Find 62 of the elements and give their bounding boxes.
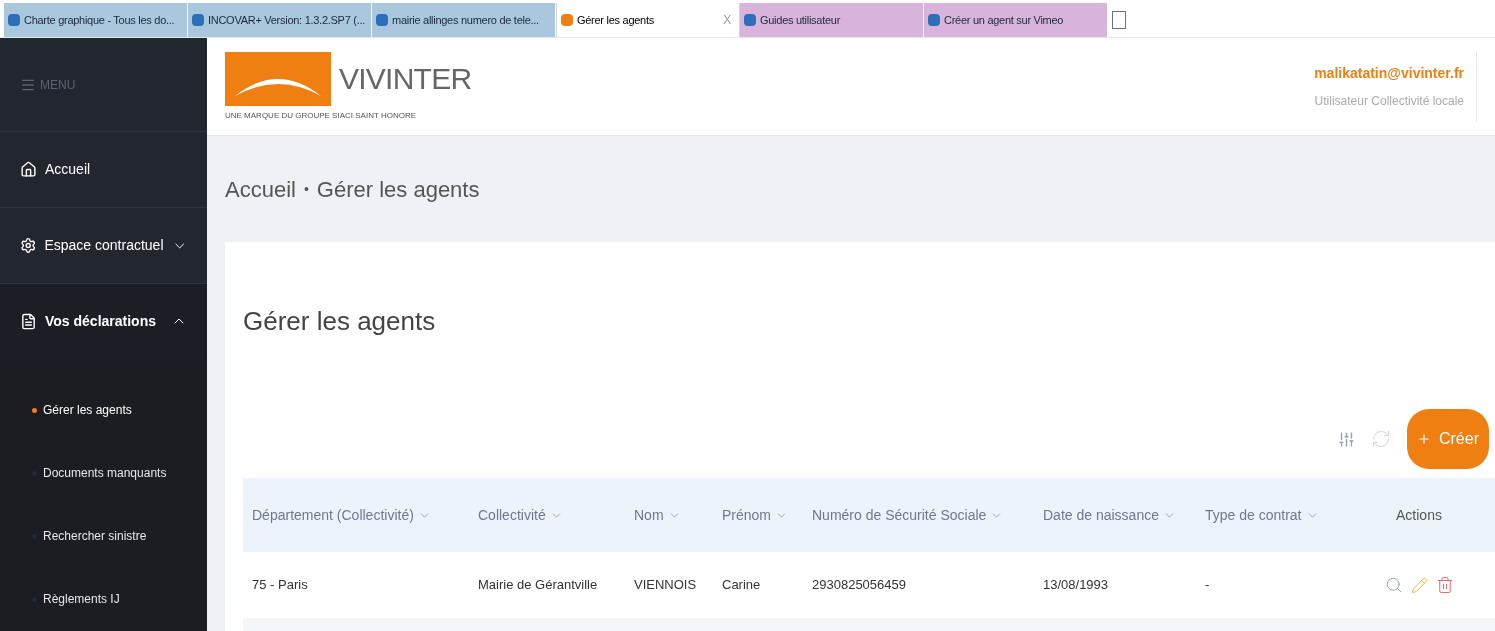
brand-name: VIVINTER bbox=[339, 61, 472, 97]
table-cell-text: Mairie de Gérantville bbox=[478, 576, 599, 595]
table-cell-text: Carine bbox=[722, 576, 762, 595]
logo-icon bbox=[225, 51, 331, 106]
breadcrumb-separator: • bbox=[303, 179, 309, 199]
table-cell-text: 75 - Paris bbox=[252, 576, 309, 595]
submenu-item[interactable]: Gérer les agents bbox=[0, 379, 207, 442]
browser-tab[interactable]: Guides utilisateur bbox=[740, 3, 924, 37]
gear-icon bbox=[20, 237, 37, 254]
table-cell-text: 2930825056459 bbox=[812, 576, 907, 595]
search-icon[interactable] bbox=[1384, 576, 1403, 594]
favicon-icon bbox=[744, 14, 756, 26]
bullet-icon bbox=[32, 597, 37, 602]
browser-tab[interactable]: mairie allinges numero de tele... bbox=[372, 3, 556, 37]
new-tab-icon[interactable] bbox=[1112, 11, 1126, 29]
column-header[interactable]: Collectivité bbox=[478, 504, 634, 526]
bullet-icon bbox=[32, 534, 37, 539]
sidebar-label: Vos déclarations bbox=[45, 312, 157, 331]
column-header[interactable]: Département (Collectivité) bbox=[252, 504, 478, 526]
filter-icon[interactable] bbox=[1338, 430, 1355, 448]
plus-icon bbox=[1417, 432, 1431, 446]
breadcrumb-item[interactable]: Accueil bbox=[225, 172, 296, 206]
browser-tab[interactable]: INCOVAR+ Version: 1.3.2.SP7 (... bbox=[188, 3, 372, 37]
submenu-label: Rechercher sinistre bbox=[43, 528, 147, 546]
column-header[interactable]: Prénom bbox=[722, 504, 812, 526]
column-header[interactable]: Numéro de Sécurité Sociale bbox=[812, 504, 1043, 526]
refresh-icon[interactable] bbox=[1371, 429, 1391, 449]
bullet-icon bbox=[32, 408, 37, 413]
favicon-icon bbox=[376, 14, 388, 26]
trash-icon[interactable] bbox=[1435, 576, 1454, 594]
document-icon bbox=[20, 313, 37, 330]
user-role: Utilisateur Collectivité locale bbox=[1314, 93, 1464, 110]
submenu-label: Gérer les agents bbox=[43, 402, 132, 420]
submenu-item[interactable]: Règlements IJ bbox=[0, 568, 207, 631]
favicon-icon bbox=[192, 14, 204, 26]
menu-label: MENU bbox=[40, 76, 76, 94]
sidebar-label: Accueil bbox=[45, 160, 92, 179]
favicon-icon bbox=[8, 14, 20, 26]
table-cell-text: - bbox=[1205, 576, 1211, 595]
pencil-icon[interactable] bbox=[1410, 576, 1428, 594]
brand-tagline: UNE MARQUE DU GROUPE SIACI SAINT HONORE bbox=[225, 109, 417, 122]
breadcrumb-item: Gérer les agents bbox=[316, 175, 480, 204]
sidebar-label: Espace contractuel bbox=[44, 236, 164, 255]
browser-tab[interactable]: Charte graphique - Tous les do... bbox=[4, 3, 188, 37]
favicon-icon bbox=[928, 14, 940, 26]
home-icon bbox=[20, 161, 37, 178]
submenu-label: Règlements IJ bbox=[43, 591, 120, 609]
column-header[interactable]: Date de naissance bbox=[1043, 504, 1205, 526]
sidebar-item[interactable]: Vos déclarations bbox=[0, 283, 207, 359]
submenu-item[interactable]: Documents manquants bbox=[0, 442, 207, 505]
page-title: Gérer les agents bbox=[243, 304, 436, 338]
browser-tab[interactable]: Gérer les agents X bbox=[556, 3, 740, 37]
submenu-label: Documents manquants bbox=[43, 465, 167, 483]
submenu-item[interactable]: Rechercher sinistre bbox=[0, 505, 207, 568]
column-header[interactable]: Nom bbox=[634, 504, 722, 526]
column-header[interactable]: Type de contrat bbox=[1205, 504, 1369, 526]
bullet-icon bbox=[32, 471, 37, 476]
table-cell-text: 13/08/1993 bbox=[1043, 576, 1110, 595]
favicon-icon bbox=[561, 14, 573, 26]
column-header: Actions bbox=[1395, 505, 1443, 525]
table-cell-text: VIENNOIS bbox=[634, 576, 698, 595]
browser-tab[interactable]: Créer un agent sur Vimeo bbox=[924, 3, 1108, 37]
